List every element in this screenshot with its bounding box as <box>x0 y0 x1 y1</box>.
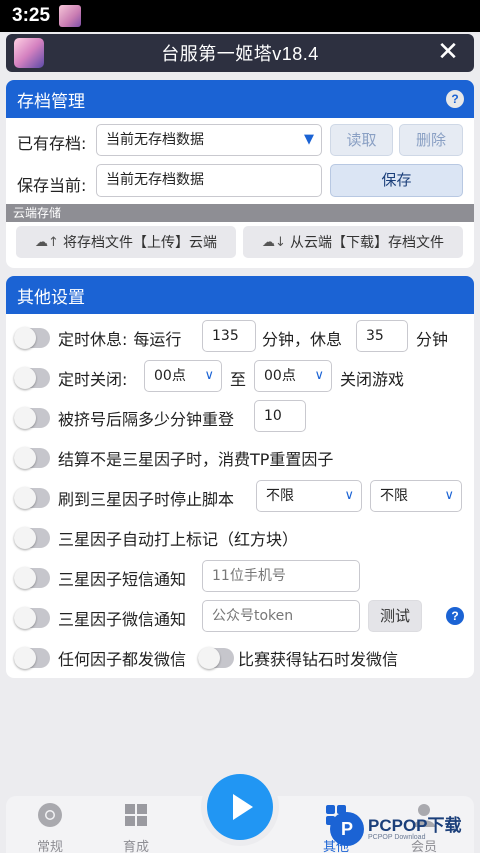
cloud-storage-subheader: 云端存储 <box>6 204 474 222</box>
play-button[interactable] <box>207 774 273 840</box>
download-button-label: 从云端【下载】存档文件 <box>289 235 444 251</box>
sms-notify-row: 三星因子短信通知 <box>14 566 186 590</box>
any-factor-label: 任何因子都发微信 <box>58 650 187 669</box>
other-settings-panel: 其他设置 定时休息: 每运行 135 分钟，休息 35 分钟 定时关闭: 00点… <box>6 276 474 678</box>
save-button[interactable]: 保存 <box>330 164 463 197</box>
close-to-select[interactable]: 00点 ∨ <box>254 360 332 392</box>
watermark-text-block: PCPOP下载 PCPOP Download <box>364 817 462 841</box>
other-panel-title: 其他设置 <box>17 287 85 308</box>
auto-mark-toggle[interactable] <box>14 527 50 549</box>
relogin-label: 被挤号后隔多少分钟重登 <box>58 410 235 429</box>
minutes-label: 分钟 <box>416 330 449 349</box>
close-from-select[interactable]: 00点 ∨ <box>144 360 222 392</box>
watermark-subtext: PCPOP Download <box>368 834 426 841</box>
grid-icon <box>125 804 147 826</box>
help-icon[interactable]: ? <box>446 607 464 625</box>
chevron-down-icon: ∨ <box>314 368 324 383</box>
timed-rest-row: 定时休息: 每运行 <box>14 326 181 350</box>
upload-button-label: 将存档文件【上传】云端 <box>62 235 217 251</box>
app-avatar-icon <box>14 38 44 68</box>
chevron-down-icon: ∨ <box>204 368 214 383</box>
settlement-toggle[interactable] <box>14 447 50 469</box>
wechat-token-input[interactable]: 公众号token <box>202 600 360 632</box>
relogin-toggle[interactable] <box>14 407 50 429</box>
cloud-download-icon: ☁↓ <box>262 234 286 250</box>
close-from-value: 00点 <box>154 368 186 384</box>
existing-save-value: 当前无存档数据 <box>106 132 204 148</box>
timed-close-label: 定时关闭: <box>58 370 128 389</box>
timed-close-toggle[interactable] <box>14 367 50 389</box>
read-button[interactable]: 读取 <box>330 124 393 156</box>
upload-to-cloud-button[interactable]: ☁↑ 将存档文件【上传】云端 <box>16 226 236 258</box>
diamond-row: 比赛获得钻石时发微信 <box>198 646 398 670</box>
stop-script-value-1: 不限 <box>266 488 294 504</box>
settlement-label: 结算不是三星因子时，消费TP重置因子 <box>58 450 334 469</box>
app-title: 台服第一姬塔v18.4 <box>161 44 319 64</box>
close-button[interactable]: ✕ <box>434 38 462 66</box>
sms-notify-toggle[interactable] <box>14 567 50 589</box>
rest-minutes-input[interactable]: 35 <box>356 320 408 352</box>
auto-mark-label: 三星因子自动打上标记（红方块） <box>58 530 299 549</box>
stop-script-select-2[interactable]: 不限 ∨ <box>370 480 462 512</box>
cloud-upload-icon: ☁↑ <box>35 234 59 250</box>
run-minutes-input[interactable]: 135 <box>202 320 256 352</box>
notification-avatar-icon <box>59 5 82 27</box>
stop-script-value-2: 不限 <box>380 488 408 504</box>
any-factor-row: 任何因子都发微信 <box>14 646 186 670</box>
help-icon[interactable]: ? <box>446 90 464 108</box>
phone-number-input[interactable]: 11位手机号 <box>202 560 360 592</box>
diamond-toggle[interactable] <box>198 647 234 669</box>
relogin-minutes-input[interactable]: 10 <box>254 400 306 432</box>
watermark-logo-icon: P <box>330 812 364 846</box>
timed-close-row: 定时关闭: <box>14 366 127 390</box>
stop-script-label: 刷到三星因子时停止脚本 <box>58 490 235 509</box>
download-from-cloud-button[interactable]: ☁↓ 从云端【下载】存档文件 <box>243 226 463 258</box>
test-button[interactable]: 测试 <box>368 600 422 632</box>
other-panel-header: 其他设置 <box>6 276 474 314</box>
close-game-label: 关闭游戏 <box>340 370 405 389</box>
auto-mark-row: 三星因子自动打上标记（红方块） <box>14 526 298 550</box>
any-factor-toggle[interactable] <box>14 647 50 669</box>
existing-save-label: 已有存档: <box>17 134 87 153</box>
nav-item-training[interactable]: 育成 <box>106 802 166 853</box>
delete-button[interactable]: 删除 <box>399 124 463 156</box>
save-panel-title: 存档管理 <box>17 91 85 112</box>
nav-label-general: 常规 <box>36 840 63 853</box>
watermark: P PCPOP下载 PCPOP Download <box>330 806 480 852</box>
minutes-rest-label: 分钟，休息 <box>262 330 343 349</box>
chevron-down-icon: ∨ <box>444 488 454 503</box>
chevron-down-icon: ∨ <box>344 488 354 503</box>
status-time: 3:25 <box>12 5 51 26</box>
diamond-label: 比赛获得钻石时发微信 <box>238 650 399 669</box>
save-management-panel: 存档管理 ? 已有存档: 当前无存档数据 ▼ 读取 删除 保存当前: 当前无存档… <box>6 80 474 268</box>
status-bar: 3:25 <box>0 0 480 32</box>
save-panel-header: 存档管理 ? <box>6 80 474 118</box>
stop-script-toggle[interactable] <box>14 487 50 509</box>
wechat-notify-row: 三星因子微信通知 <box>14 606 186 630</box>
every-run-label: 每运行 <box>133 330 182 349</box>
nav-item-general[interactable]: 常规 <box>20 802 80 853</box>
watermark-text: PCPOP下载 <box>368 816 462 835</box>
app-titlebar: 台服第一姬塔v18.4 ✕ <box>6 34 474 72</box>
timed-rest-label: 定时休息: <box>58 330 128 349</box>
relogin-row: 被挤号后隔多少分钟重登 <box>14 406 234 430</box>
nav-label-training: 育成 <box>122 840 149 853</box>
timed-rest-toggle[interactable] <box>14 327 50 349</box>
save-current-label: 保存当前: <box>17 176 87 195</box>
wechat-notify-label: 三星因子微信通知 <box>58 610 187 629</box>
stop-script-select-1[interactable]: 不限 ∨ <box>256 480 362 512</box>
chrome-icon <box>38 803 62 827</box>
stop-script-row: 刷到三星因子时停止脚本 <box>14 486 234 510</box>
chevron-down-icon: ▼ <box>304 132 314 147</box>
settlement-row: 结算不是三星因子时，消费TP重置因子 <box>14 446 333 470</box>
sms-notify-label: 三星因子短信通知 <box>58 570 187 589</box>
wechat-notify-toggle[interactable] <box>14 607 50 629</box>
existing-save-select[interactable]: 当前无存档数据 ▼ <box>96 124 322 156</box>
to-label: 至 <box>230 370 247 389</box>
close-to-value: 00点 <box>264 368 296 384</box>
save-current-input[interactable]: 当前无存档数据 <box>96 164 322 197</box>
